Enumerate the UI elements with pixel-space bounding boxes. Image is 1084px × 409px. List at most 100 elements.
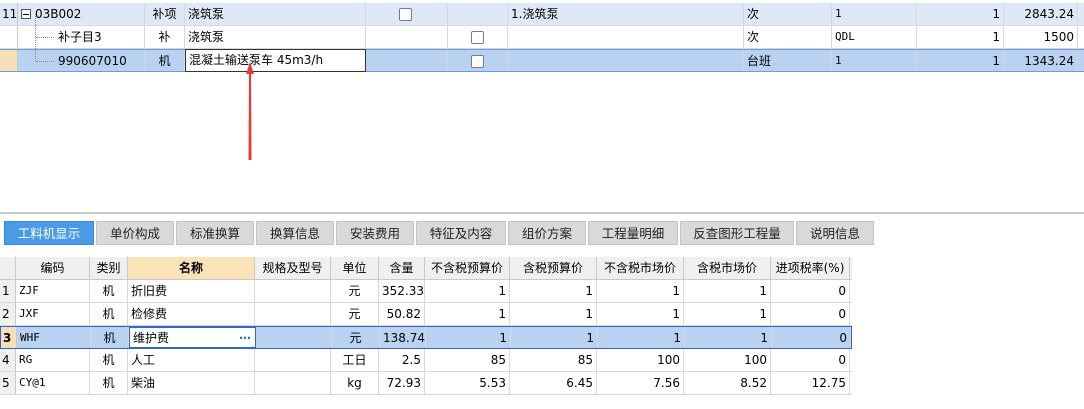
resource-unit[interactable]: kg — [331, 372, 379, 394]
resource-quantity[interactable]: 50.82 — [379, 303, 425, 325]
resource-unit[interactable]: 元 — [332, 327, 380, 348]
budget-price-incl-tax[interactable]: 1 — [510, 280, 597, 302]
budget-price-incl-tax[interactable]: 1 — [510, 303, 597, 325]
item-flag-cell[interactable] — [448, 3, 508, 25]
item-code-cell[interactable]: 03B002 — [18, 3, 145, 25]
table-row[interactable]: 5 CY@1 机 柴油 kg 72.93 5.53 6.45 7.56 8.52… — [0, 372, 852, 395]
market-price-incl-tax[interactable]: 1 — [684, 303, 771, 325]
resource-name-edit-input[interactable]: 维护费 ⋯ — [129, 327, 256, 348]
item-unit[interactable]: 次 — [744, 26, 832, 48]
resource-type[interactable]: 机 — [90, 349, 128, 371]
item-row[interactable]: 补子目3 补 浇筑泵 次 QDL 1 1500 — [0, 26, 1084, 49]
item-row[interactable]: 11 03B002 补项 浇筑泵 1.浇筑泵 次 1 1 2843.24 — [0, 3, 1084, 26]
item-price[interactable]: 1343.24 — [1004, 50, 1078, 71]
resource-quantity[interactable]: 138.74 — [380, 327, 426, 348]
input-tax-rate[interactable]: 0 — [771, 280, 850, 302]
header-quantity[interactable]: 含量 — [379, 257, 425, 279]
item-code-cell[interactable]: 990607010 — [18, 50, 145, 71]
tab-reverse-graphic-quantity[interactable]: 反查图形工程量 — [680, 221, 794, 245]
item-type[interactable]: 机 — [145, 50, 185, 71]
resource-type[interactable]: 机 — [90, 303, 128, 325]
resource-spec[interactable] — [255, 303, 331, 325]
table-row-selected[interactable]: 3 WHF 机 维护费 ⋯ 元 138.74 1 1 1 1 0 — [0, 326, 852, 349]
header-name[interactable]: 名称 — [128, 257, 255, 279]
market-price-excl-tax[interactable]: 100 — [597, 349, 684, 371]
resource-spec[interactable] — [256, 327, 332, 348]
market-price-excl-tax[interactable]: 1 — [597, 280, 684, 302]
table-row[interactable]: 1 ZJF 机 折旧费 元 352.33 1 1 1 1 0 — [0, 280, 852, 303]
item-expression[interactable]: 1 — [832, 50, 917, 71]
tab-conversion-info[interactable]: 换算信息 — [256, 221, 334, 245]
item-feature[interactable] — [508, 50, 744, 71]
input-tax-rate[interactable]: 0 — [771, 349, 850, 371]
item-unit[interactable]: 次 — [744, 3, 832, 25]
collapse-minus-icon[interactable] — [21, 8, 31, 19]
item-flag-cell[interactable] — [448, 50, 508, 71]
table-row[interactable]: 4 RG 机 人工 工日 2.5 85 85 100 100 0 — [0, 349, 852, 372]
item-name-edit-input[interactable]: 混凝土输送泵车 45m3/h — [185, 49, 366, 72]
item-price[interactable]: 1500 — [1004, 26, 1078, 48]
resource-code[interactable]: CY@1 — [16, 372, 90, 394]
item-expression[interactable]: QDL — [832, 26, 917, 48]
item-name[interactable]: 浇筑泵 — [185, 26, 366, 48]
budget-price-excl-tax[interactable]: 5.53 — [425, 372, 510, 394]
header-budget-price-excl-tax[interactable]: 不含税预算价 — [425, 257, 510, 279]
resource-quantity[interactable]: 352.33 — [379, 280, 425, 302]
header-unit[interactable]: 单位 — [331, 257, 379, 279]
resource-name[interactable]: 柴油 — [128, 372, 255, 394]
resource-unit[interactable]: 元 — [331, 303, 379, 325]
header-type[interactable]: 类别 — [90, 257, 128, 279]
tab-resource-display[interactable]: 工料机显示 — [4, 221, 94, 245]
resource-name[interactable]: 检修费 — [128, 303, 255, 325]
budget-price-excl-tax[interactable]: 85 — [425, 349, 510, 371]
resource-quantity[interactable]: 72.93 — [379, 372, 425, 394]
budget-price-excl-tax[interactable]: 1 — [426, 327, 511, 348]
market-price-incl-tax[interactable]: 1 — [685, 327, 772, 348]
header-input-tax-rate[interactable]: 进项税率(%) — [771, 257, 850, 279]
item-code-cell[interactable]: 补子目3 — [18, 26, 145, 48]
tab-unit-price-composition[interactable]: 单价构成 — [96, 221, 174, 245]
resource-code[interactable]: JXF — [16, 303, 90, 325]
header-market-price-incl-tax[interactable]: 含税市场价 — [684, 257, 771, 279]
input-tax-rate[interactable]: 12.75 — [771, 372, 850, 394]
checkbox-icon[interactable] — [471, 55, 484, 68]
resource-type[interactable]: 机 — [90, 372, 128, 394]
header-market-price-excl-tax[interactable]: 不含税市场价 — [597, 257, 684, 279]
item-row-selected[interactable]: 990607010 机 台班 1 1 1343.24 混凝土输送泵车 45m3/… — [0, 49, 1084, 72]
checkbox-icon[interactable] — [399, 8, 412, 21]
more-options-icon[interactable]: ⋯ — [239, 328, 252, 348]
input-tax-rate[interactable]: 0 — [771, 303, 850, 325]
header-spec[interactable]: 规格及型号 — [255, 257, 331, 279]
checkbox-icon[interactable] — [471, 31, 484, 44]
item-type[interactable]: 补 — [145, 26, 185, 48]
resource-code[interactable]: WHF — [17, 327, 91, 348]
resource-spec[interactable] — [255, 349, 331, 371]
budget-price-excl-tax[interactable]: 1 — [425, 280, 510, 302]
budget-price-excl-tax[interactable]: 1 — [425, 303, 510, 325]
item-spec-cell[interactable] — [366, 3, 448, 25]
item-unit[interactable]: 台班 — [744, 50, 832, 71]
tab-quantity-details[interactable]: 工程量明细 — [588, 221, 678, 245]
resource-quantity[interactable]: 2.5 — [379, 349, 425, 371]
resource-name[interactable]: 人工 — [128, 349, 255, 371]
item-feature[interactable] — [508, 26, 744, 48]
resource-spec[interactable] — [255, 280, 331, 302]
item-spec-cell[interactable] — [366, 50, 448, 71]
item-price[interactable]: 2843.24 — [1004, 3, 1078, 25]
budget-price-incl-tax[interactable]: 85 — [510, 349, 597, 371]
resource-spec[interactable] — [255, 372, 331, 394]
item-type[interactable]: 补项 — [145, 3, 185, 25]
item-quantity[interactable]: 1 — [917, 50, 1004, 71]
market-price-incl-tax[interactable]: 100 — [684, 349, 771, 371]
item-quantity[interactable]: 1 — [917, 3, 1004, 25]
tab-description[interactable]: 说明信息 — [796, 221, 874, 245]
tab-installation-fee[interactable]: 安装费用 — [336, 221, 414, 245]
resource-unit[interactable]: 元 — [331, 280, 379, 302]
header-code[interactable]: 编码 — [16, 257, 90, 279]
market-price-excl-tax[interactable]: 7.56 — [597, 372, 684, 394]
resource-code[interactable]: RG — [16, 349, 90, 371]
market-price-excl-tax[interactable]: 1 — [598, 327, 685, 348]
item-quantity[interactable]: 1 — [917, 26, 1004, 48]
market-price-incl-tax[interactable]: 8.52 — [684, 372, 771, 394]
budget-price-incl-tax[interactable]: 1 — [511, 327, 598, 348]
